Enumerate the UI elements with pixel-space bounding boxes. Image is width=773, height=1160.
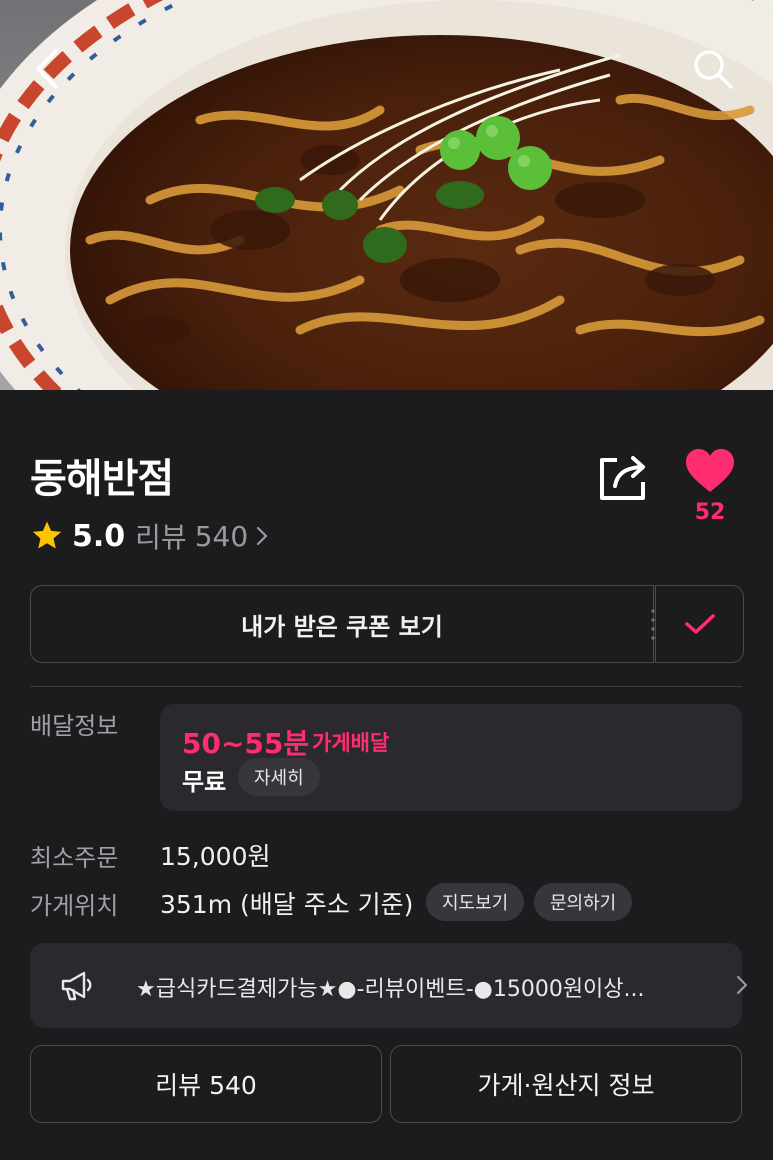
chevron-right-icon [257,526,268,546]
divider [30,686,742,687]
delivery-detail-button[interactable]: 자세히 [238,758,320,796]
review-count: 540 [194,519,249,553]
min-order-value: 15,000원 [160,842,271,871]
coupon-check-button[interactable] [655,585,744,663]
store-origin-info-button[interactable]: 가게·원산지 정보 [390,1045,742,1123]
store-name: 동해반점 [30,456,174,502]
delivery-info-label: 배달정보 [30,712,119,740]
like-count: 52 [694,500,726,525]
store-notice[interactable]: ★급식카드결제가능★●-리뷰이벤트-●15000원이상... [30,943,748,1028]
megaphone-icon [61,971,92,1001]
like-button[interactable]: 52 [680,448,740,525]
jjajangmyeon-photo [0,0,773,390]
heart-icon [686,449,734,492]
delivery-type: 가게배달 [312,731,390,755]
rating-value: 5.0 [72,518,126,554]
check-icon [684,614,715,634]
reviews-button[interactable]: 리뷰 540 [30,1045,382,1123]
search-icon [694,50,733,89]
delivery-time: 50~55분 [182,727,310,760]
min-order-label: 최소주문 [30,844,119,872]
share-icon [600,456,645,500]
rating-review-link[interactable]: 5.0 리뷰 540 [30,516,268,556]
chevron-right-icon [736,975,748,995]
view-coupons-button[interactable]: 내가 받은 쿠폰 보기 [30,585,654,663]
delivery-info-box: 50~55분 가게배달 무료 자세히 [160,704,742,811]
review-count-link[interactable]: 리뷰 540 [135,516,268,556]
location-value: 351m (배달 주소 기준) [160,890,414,919]
search-button[interactable] [688,44,738,94]
delivery-fee: 무료 [182,768,227,796]
chevron-left-icon [36,49,58,89]
review-label: 리뷰 [135,521,187,554]
location-label: 가게위치 [30,892,119,920]
back-button[interactable] [22,44,72,94]
coupon-group: 내가 받은 쿠폰 보기 [30,585,744,665]
inquiry-button[interactable]: 문의하기 [534,883,633,921]
map-button[interactable]: 지도보기 [426,883,525,921]
star-icon [32,521,62,549]
hero-image [0,0,773,390]
share-button[interactable] [597,450,651,504]
notice-text: ★급식카드결제가능★●-리뷰이벤트-●15000원이상... [136,977,645,1002]
